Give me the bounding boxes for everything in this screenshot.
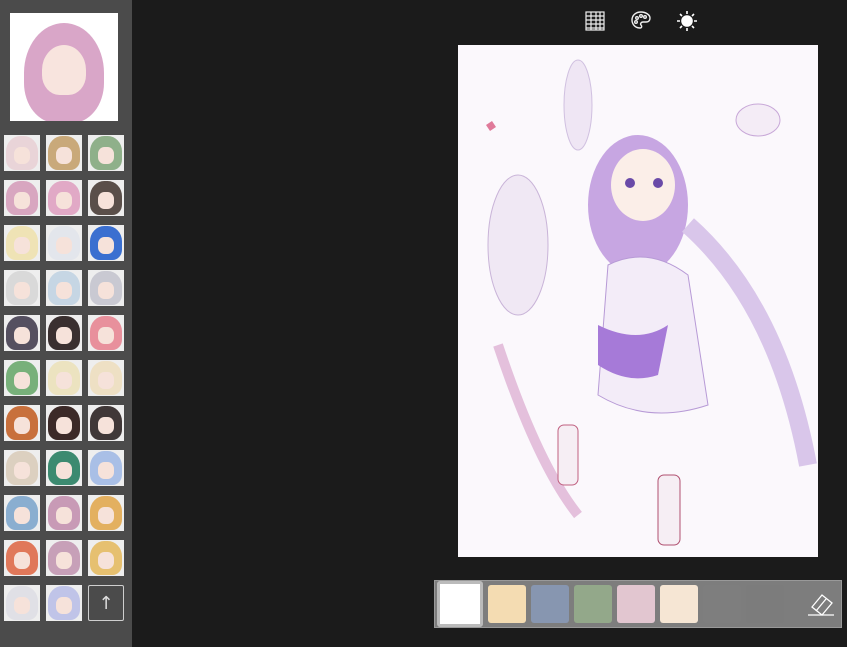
color-swatch[interactable] xyxy=(617,585,655,623)
color-swatch[interactable] xyxy=(488,585,526,623)
reference-thumbnail[interactable] xyxy=(88,135,124,171)
color-swatch[interactable] xyxy=(746,585,784,623)
upload-button[interactable]: ↑ xyxy=(88,585,124,621)
reference-thumbnail[interactable] xyxy=(88,360,124,396)
reference-thumbnail[interactable] xyxy=(46,135,82,171)
reference-thumbnail[interactable] xyxy=(88,270,124,306)
selected-reference-preview[interactable] xyxy=(10,13,118,121)
sidebar: ↑ xyxy=(0,0,132,647)
reference-thumbnail[interactable] xyxy=(4,495,40,531)
grid-icon[interactable] xyxy=(583,9,607,33)
reference-thumbnail[interactable] xyxy=(46,450,82,486)
reference-thumbnail[interactable] xyxy=(46,270,82,306)
reference-thumbnail[interactable] xyxy=(88,405,124,441)
reference-thumbnail[interactable] xyxy=(88,450,124,486)
drawing-canvas[interactable] xyxy=(458,45,818,557)
reference-thumbnail[interactable] xyxy=(46,585,82,621)
reference-thumbnail[interactable] xyxy=(4,450,40,486)
reference-thumbnail[interactable] xyxy=(4,540,40,576)
eraser-icon[interactable] xyxy=(803,586,839,622)
color-swatch[interactable] xyxy=(531,585,569,623)
reference-thumbnail[interactable] xyxy=(88,315,124,351)
reference-thumbnail[interactable] xyxy=(46,225,82,261)
palette-icon[interactable] xyxy=(629,9,653,33)
reference-thumbnail[interactable] xyxy=(4,270,40,306)
upload-file-icon: ↑ xyxy=(98,592,114,614)
reference-thumbnail[interactable] xyxy=(4,225,40,261)
reference-thumbnail[interactable] xyxy=(88,495,124,531)
brightness-icon[interactable] xyxy=(675,9,699,33)
reference-thumbnail[interactable] xyxy=(88,540,124,576)
reference-thumbnail[interactable] xyxy=(46,180,82,216)
reference-thumbnail-grid: ↑ xyxy=(4,135,124,621)
reference-thumbnail[interactable] xyxy=(4,180,40,216)
reference-thumbnail[interactable] xyxy=(88,180,124,216)
color-swatch[interactable] xyxy=(660,585,698,623)
reference-thumbnail[interactable] xyxy=(46,405,82,441)
reference-thumbnail[interactable] xyxy=(4,135,40,171)
color-swatch[interactable] xyxy=(437,581,483,627)
reference-thumbnail[interactable] xyxy=(4,360,40,396)
reference-thumbnail[interactable] xyxy=(88,225,124,261)
reference-thumbnail[interactable] xyxy=(46,315,82,351)
color-swatch[interactable] xyxy=(703,585,741,623)
reference-thumbnail[interactable] xyxy=(46,360,82,396)
reference-thumbnail[interactable] xyxy=(4,315,40,351)
top-toolbar xyxy=(583,9,699,33)
color-swatch[interactable] xyxy=(574,585,612,623)
reference-thumbnail[interactable] xyxy=(4,405,40,441)
reference-thumbnail[interactable] xyxy=(46,540,82,576)
reference-thumbnail[interactable] xyxy=(4,585,40,621)
reference-thumbnail[interactable] xyxy=(46,495,82,531)
color-palette xyxy=(434,580,842,628)
